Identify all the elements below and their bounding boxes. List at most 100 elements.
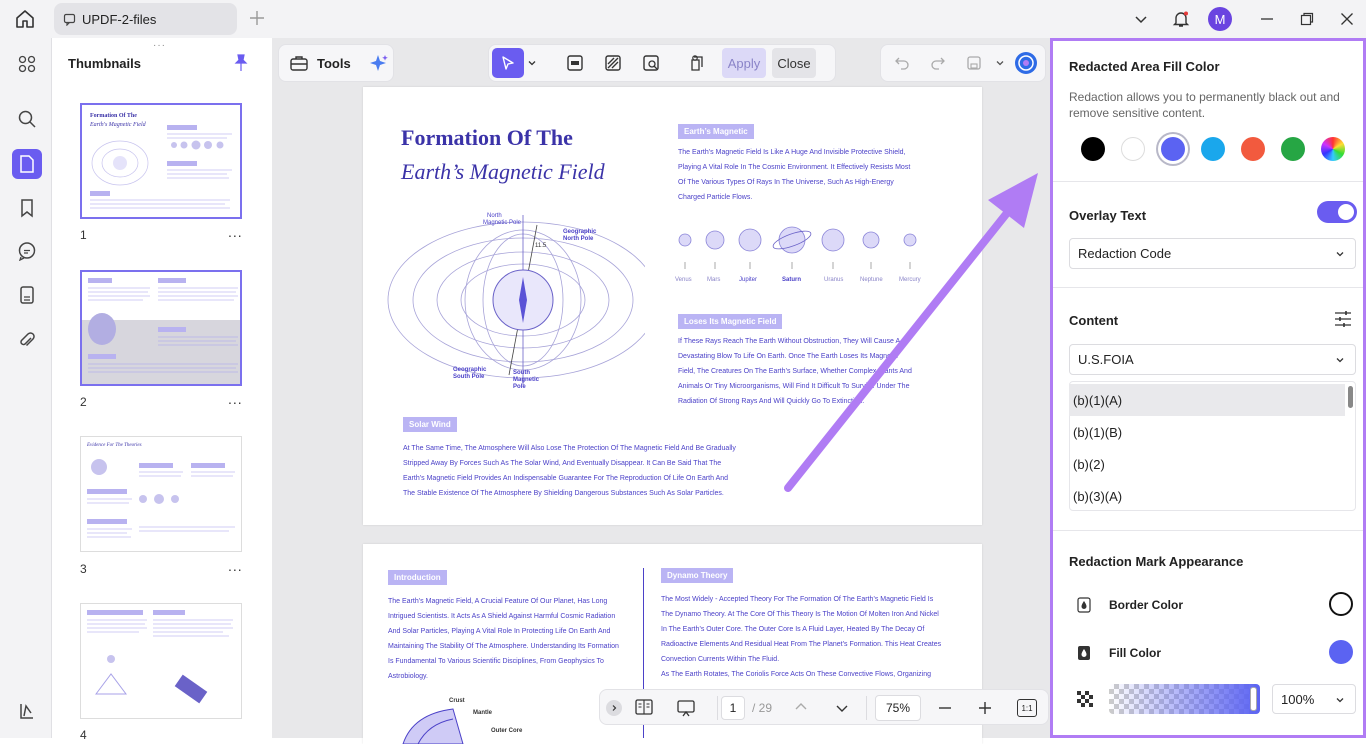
overlay-text-toggle[interactable] [1317, 201, 1357, 223]
apps-grid-icon[interactable] [12, 49, 42, 79]
fill-color-label: Fill Color [1109, 646, 1161, 660]
undo-icon[interactable] [887, 48, 917, 78]
chevron-down-icon [1335, 355, 1345, 365]
swatch-custom-color[interactable] [1321, 137, 1345, 161]
pin-icon[interactable] [233, 54, 249, 72]
svg-text:Outer Core: Outer Core [491, 728, 523, 734]
section-introduction: Introduction [388, 570, 447, 585]
actual-size-button[interactable]: 1:1 [1017, 699, 1037, 717]
page-thumbnail-1[interactable]: Formation Of The Earth's Magnetic Field [80, 103, 242, 219]
fill-color-swatch[interactable] [1329, 640, 1353, 664]
svg-text:11.5: 11.5 [535, 243, 547, 249]
document-tab-title: UPDF-2-files [82, 11, 157, 27]
search-redact-icon[interactable] [636, 48, 666, 78]
magnetic-field-diagram: North Magnetic Pole Geographic North Pol… [387, 213, 645, 390]
content-settings-sliders-icon[interactable] [1333, 309, 1353, 329]
zoom-in-icon[interactable] [978, 701, 992, 715]
home-icon[interactable] [14, 8, 38, 30]
redo-icon[interactable] [923, 48, 953, 78]
page-2-more-options[interactable]: ... [228, 391, 243, 407]
ai-sparkle-icon[interactable] [369, 53, 389, 73]
page-thumbnail-2[interactable] [80, 270, 242, 386]
redact-pages-icon[interactable] [682, 48, 712, 78]
content-title: Content [1069, 313, 1119, 328]
zoom-level[interactable]: 75% [875, 695, 921, 721]
border-color-swatch[interactable] [1329, 592, 1353, 616]
attachments-panel-icon[interactable] [12, 280, 42, 310]
new-tab-plus-icon[interactable] [248, 9, 266, 27]
swatch-black[interactable] [1081, 137, 1105, 161]
chevron-down-icon [1335, 695, 1345, 705]
presentation-icon[interactable] [676, 698, 696, 718]
code-item-b3a[interactable]: (b)(3)(A) [1069, 480, 1345, 512]
swatch-green[interactable] [1281, 137, 1305, 161]
ai-assistant-icon[interactable] [1011, 48, 1041, 78]
toolbox-icon[interactable] [289, 54, 309, 72]
thumbnails-page-icon[interactable] [12, 149, 42, 179]
next-page-icon[interactable] [835, 701, 849, 715]
planet-labels: Venus Mars Jupiter Saturn Uranus Neptune… [675, 277, 921, 283]
section-loses-magnetic-field: Loses Its Magnetic Field [678, 314, 783, 329]
chevron-down-icon[interactable] [995, 58, 1005, 68]
page-thumbnail-4[interactable] [80, 603, 242, 719]
svg-text:Geographic: Geographic [563, 229, 597, 235]
avatar[interactable]: M [1208, 7, 1232, 31]
paperclip-icon[interactable] [12, 325, 42, 355]
opacity-select[interactable]: 100% [1272, 684, 1356, 714]
close-redaction-button[interactable]: Close [772, 48, 816, 78]
chevron-down-icon[interactable] [1130, 8, 1152, 30]
history-group [880, 44, 1046, 82]
swatch-white[interactable] [1121, 137, 1145, 161]
code-item-b1b[interactable]: (b)(1)(B) [1069, 416, 1345, 448]
select-cursor-icon[interactable] [492, 48, 524, 78]
overlay-text-select[interactable]: Redaction Code [1069, 238, 1356, 269]
title-bar: UPDF-2-files M [0, 0, 1366, 38]
page-number-input[interactable]: 1 [721, 696, 745, 720]
chevron-down-icon[interactable] [524, 48, 540, 78]
code-item-b1a[interactable]: (b)(1)(A) [1069, 384, 1345, 416]
opacity-slider-handle[interactable] [1250, 687, 1257, 711]
code-item-b2[interactable]: (b)(2) [1069, 448, 1345, 480]
svg-text:Crust: Crust [449, 698, 465, 704]
restore-icon[interactable] [1296, 8, 1318, 30]
list-scrollbar[interactable] [1348, 386, 1353, 408]
bookmark-icon[interactable] [12, 193, 42, 223]
tools-label[interactable]: Tools [317, 56, 351, 71]
comment-icon [63, 13, 76, 26]
page-layout-icon[interactable] [634, 698, 654, 716]
drag-handle[interactable]: ··· [153, 40, 166, 51]
page-thumbnail-3[interactable]: Evidence For The Theories [80, 436, 242, 552]
redact-area-icon[interactable] [598, 48, 628, 78]
svg-text:North Pole: North Pole [563, 236, 594, 242]
page-1-more-options[interactable]: ... [228, 224, 243, 240]
page-total: / 29 [752, 701, 773, 715]
redact-text-icon[interactable] [560, 48, 590, 78]
document-tab[interactable]: UPDF-2-files [54, 3, 237, 35]
apply-button[interactable]: Apply [722, 48, 766, 78]
zoom-out-icon[interactable] [938, 701, 952, 715]
page-3-more-options[interactable]: ... [228, 558, 243, 574]
swatch-blue-selected[interactable] [1161, 137, 1185, 161]
svg-text:Magnetic Pole: Magnetic Pole [483, 220, 522, 226]
earth-layers-diagram: Crust Mantle Outer Core [402, 698, 523, 744]
thumbnails-panel: ··· Thumbnails Formation Of The Earth's … [53, 38, 271, 742]
search-icon[interactable] [12, 104, 42, 134]
tools-group: Tools [278, 44, 394, 82]
chevron-down-icon [1335, 249, 1345, 259]
save-icon[interactable] [959, 48, 989, 78]
content-code-select[interactable]: U.S.FOIA [1069, 344, 1356, 375]
svg-text:Geographic: Geographic [453, 367, 487, 373]
bell-icon[interactable] [1170, 8, 1192, 30]
opacity-slider[interactable] [1109, 684, 1260, 714]
dynamo-paragraph: The Most Widely - Accepted Theory For Th… [661, 596, 942, 678]
close-window-icon[interactable] [1336, 8, 1358, 30]
swatch-cyan[interactable] [1201, 137, 1225, 161]
comments-icon[interactable] [12, 236, 42, 266]
swatch-red[interactable] [1241, 137, 1265, 161]
layers-icon[interactable] [12, 696, 42, 726]
overlay-text-title: Overlay Text [1069, 208, 1147, 223]
minimize-icon[interactable] [1256, 8, 1278, 30]
previous-page-icon[interactable] [794, 700, 808, 714]
collapse-chevron-icon[interactable] [606, 700, 622, 716]
document-canvas: Tools Apply Close Formation Of The Earth… [272, 38, 1050, 744]
